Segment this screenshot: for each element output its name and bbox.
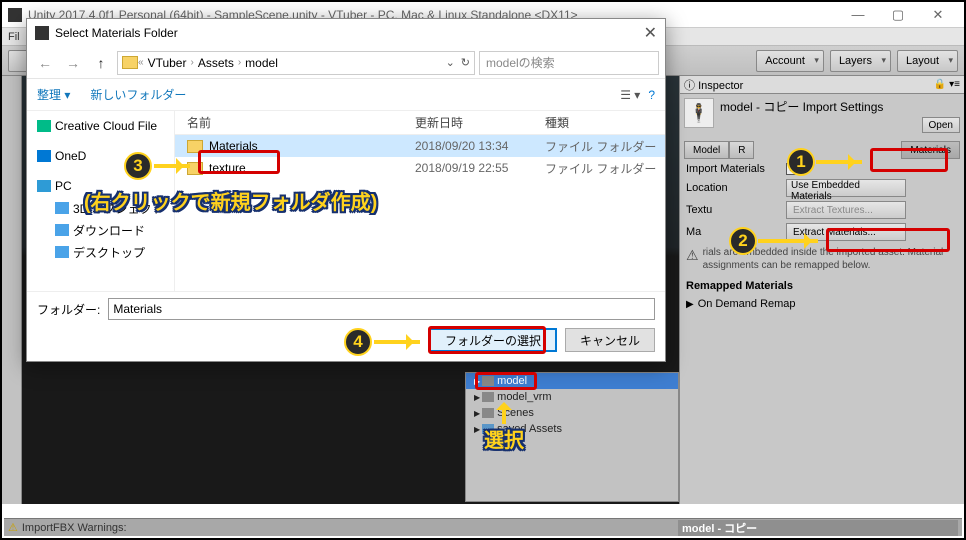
annotation-box-1 [870,148,948,172]
annotation-badge-1: 1 [787,148,815,176]
annotation-box-3 [198,150,280,174]
tab-model[interactable]: Model [684,141,729,159]
info-icon: ⚠ [686,247,699,272]
inspector-tab[interactable]: ⓘ Inspector [684,77,743,93]
annotation-box-2 [826,228,950,252]
annotation-text-select: 選択 [484,424,524,453]
help-icon[interactable]: ? [648,88,655,102]
cancel-button[interactable]: キャンセル [565,328,655,352]
close-button[interactable]: ✕ [918,3,958,27]
nav-back[interactable]: ← [33,51,57,75]
left-panel-strip [2,76,22,504]
annotation-arrow-4 [374,340,420,344]
breadcrumb[interactable]: « VTuber› Assets› model ⌄↻ [117,51,475,75]
nav-forward: → [61,51,85,75]
sidebar-desktop[interactable]: デスクトップ [31,241,170,263]
account-dropdown[interactable]: Account [756,50,824,72]
new-folder-button[interactable]: 新しいフォルダー [90,86,186,103]
annotation-arrow-1 [816,160,862,164]
textures-label: Textu [686,204,786,216]
layers-dropdown[interactable]: Layers [830,50,891,72]
extract-textures-button[interactable]: Extract Textures... [786,201,906,219]
tab-rig[interactable]: R [729,141,754,159]
annotation-arrow-select [502,408,506,424]
folder-label: フォルダー: [37,301,100,318]
sidebar-downloads[interactable]: ダウンロード [31,219,170,241]
view-options[interactable]: ☰ ▾ [620,88,640,102]
dialog-close-button[interactable]: ✕ [644,23,657,43]
annotation-text-3: (右クリックで新規フォルダ作成) [84,186,377,215]
annotation-arrow-3 [154,164,190,168]
location-select[interactable]: Use Embedded Materials [786,179,906,197]
annotation-box-select [475,372,537,390]
lock-icon[interactable]: 🔒 ▾≡ [934,79,960,90]
folder-name-input[interactable] [108,298,655,320]
nav-up[interactable]: ↑ [89,51,113,75]
maximize-button[interactable]: ▢ [878,3,918,27]
crumb-model[interactable]: model [241,56,282,70]
minimize-button[interactable]: — [838,3,878,27]
organize-menu[interactable]: 整理 ▾ [37,86,70,103]
menu-file[interactable]: Fil [8,31,20,43]
dialog-title: Select Materials Folder [55,26,178,40]
folder-icon [122,56,138,69]
crumb-vtuber[interactable]: VTuber [144,56,191,70]
annotation-badge-3: 3 [124,152,152,180]
annotation-badge-2: 2 [729,227,757,255]
col-type[interactable]: 種類 [545,114,645,131]
refresh-icon[interactable]: ↻ [461,56,470,69]
annotation-arrow-2 [758,239,818,243]
on-demand-remap[interactable]: On Demand Remap [698,298,796,310]
inspector-panel: ⓘ Inspector 🔒 ▾≡ 🕴 model - コピー Import Set… [679,76,964,504]
col-date[interactable]: 更新日時 [415,114,545,131]
layout-dropdown[interactable]: Layout [897,50,958,72]
location-label: Location [686,182,786,194]
object-icon: 🕴 [684,98,714,128]
crumb-assets[interactable]: Assets [194,56,238,70]
footer-path: model - コピー [678,520,958,536]
sidebar-creative-cloud[interactable]: Creative Cloud File [31,115,170,137]
warning-icon: ⚠ [8,521,18,534]
inspector-object-title: model - コピー Import Settings [720,98,960,115]
open-button[interactable]: Open [922,117,960,133]
status-bar: ⚠ ImportFBX Warnings: model - コピー [4,518,962,536]
annotation-badge-4: 4 [344,328,372,356]
warning-text: ImportFBX Warnings: [22,522,127,534]
remapped-materials-title: Remapped Materials [680,276,964,296]
breadcrumb-dropdown[interactable]: ⌄ [446,56,455,69]
unity-icon [35,26,49,40]
unity-icon [8,8,22,22]
col-name[interactable]: 名前 [175,114,415,131]
annotation-box-4 [428,326,546,354]
import-materials-label: Import Materials [686,163,786,175]
search-input[interactable]: modelの検索 [479,51,659,75]
